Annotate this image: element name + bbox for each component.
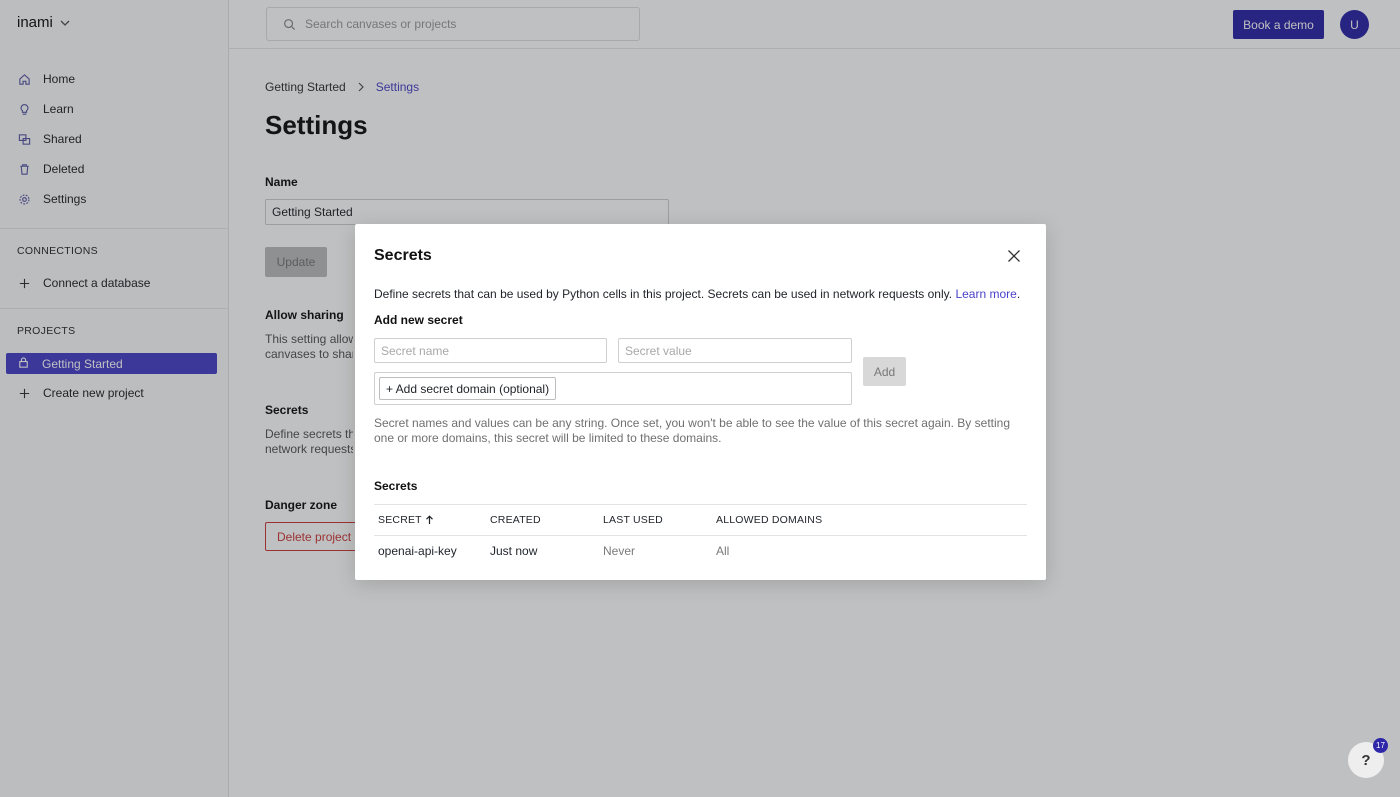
secrets-dialog: Secrets Define secrets that can be used … xyxy=(355,224,1046,580)
sort-arrow-up-icon xyxy=(425,515,433,524)
learn-more-link[interactable]: Learn more xyxy=(955,287,1016,301)
secret-help-text: Secret names and values can be any strin… xyxy=(374,416,1010,445)
dialog-title: Secrets xyxy=(374,247,432,264)
secrets-table: SECRET CREATED LAST USED ALLOWED DOMAINS… xyxy=(374,504,1027,566)
add-secret-domain-button[interactable]: + Add secret domain (optional) xyxy=(379,377,557,400)
cell-secret: openai-api-key xyxy=(378,544,457,558)
table-header: SECRET CREATED LAST USED ALLOWED DOMAINS xyxy=(374,504,1027,535)
cell-last-used: Never xyxy=(603,544,636,558)
secret-value-input[interactable] xyxy=(618,338,852,363)
add-secret-heading: Add new secret xyxy=(374,313,463,327)
close-icon xyxy=(1008,250,1020,262)
cell-created: Just now xyxy=(490,544,538,558)
description-text: Define secrets that can be used by Pytho… xyxy=(374,287,953,301)
close-button[interactable] xyxy=(1006,248,1022,264)
column-secret[interactable]: SECRET xyxy=(374,514,486,526)
column-created[interactable]: CREATED xyxy=(486,514,599,526)
column-last-used[interactable]: LAST USED xyxy=(599,514,712,526)
notification-badge: 17 xyxy=(1373,738,1388,753)
column-allowed-domains[interactable]: ALLOWED DOMAINS xyxy=(712,514,1027,526)
secret-name-input[interactable] xyxy=(374,338,607,363)
cell-allowed-domains: All xyxy=(716,544,730,558)
add-secret-button[interactable]: Add xyxy=(863,357,906,386)
table-row[interactable]: openai-api-key Just now Never All xyxy=(374,535,1027,566)
secrets-list-heading: Secrets xyxy=(374,479,418,493)
period: . xyxy=(1016,287,1021,301)
dialog-description: Define secrets that can be used by Pytho… xyxy=(374,287,1020,301)
secret-domains-field[interactable]: + Add secret domain (optional) xyxy=(374,372,852,405)
column-label: SECRET xyxy=(378,514,422,526)
